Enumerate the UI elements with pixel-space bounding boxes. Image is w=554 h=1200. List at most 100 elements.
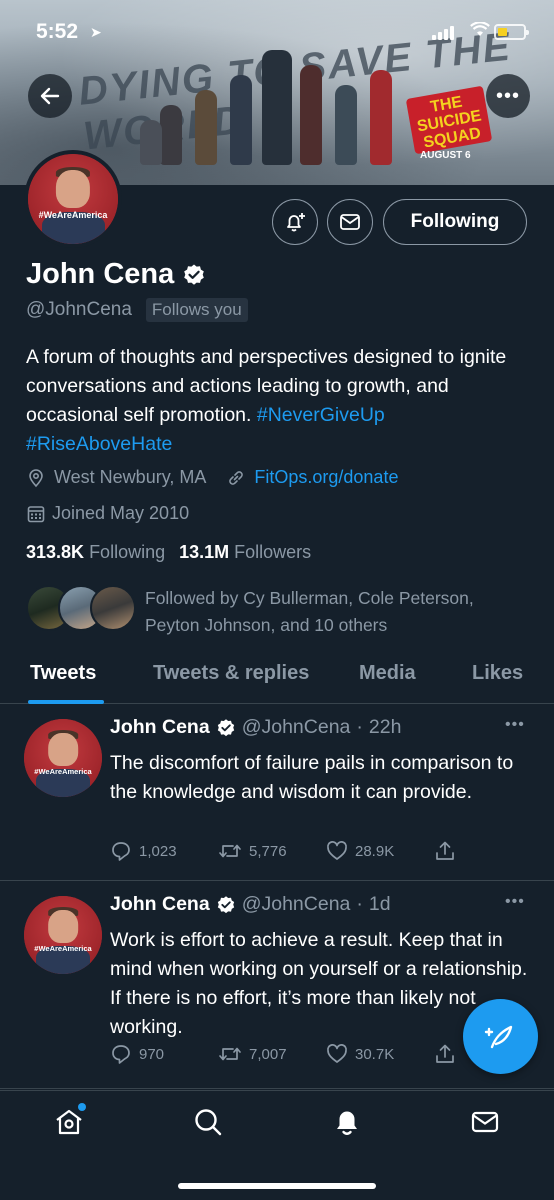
search-icon (195, 1109, 222, 1136)
followed-by-text[interactable]: Followed by Cy Bullerman, Cole Peterson,… (145, 585, 525, 639)
nav-messages[interactable] (468, 1105, 502, 1139)
nav-home[interactable] (52, 1103, 86, 1139)
tweet-more-icon[interactable]: ••• (505, 716, 525, 734)
envelope-icon (471, 1111, 499, 1133)
tweet-actions: 970 7,007 30.7K (110, 1043, 456, 1065)
heart-icon (327, 841, 347, 860)
compose-tweet-icon (484, 1025, 512, 1048)
retweet-icon (219, 1047, 241, 1061)
banner-figure (370, 70, 392, 165)
profile-tabs: Tweets Tweets & replies Media Likes (0, 650, 554, 704)
joined-date: Joined May 2010 (52, 503, 190, 523)
profile-meta: West Newbury, MA FitOps.org/donate (26, 467, 398, 488)
tweet-author-name[interactable]: John Cena (110, 716, 210, 739)
retweet-button[interactable]: 5,776 (218, 840, 326, 862)
like-count: 30.7K (355, 1045, 395, 1063)
more-options-button[interactable]: ••• (486, 74, 530, 118)
retweet-button[interactable]: 7,007 (218, 1043, 326, 1065)
profile-joined: Joined May 2010 (26, 503, 189, 524)
unread-dot (78, 1103, 86, 1111)
tweet-author-handle: @JohnCena (241, 716, 351, 738)
followers-count-link[interactable]: 13.1M Followers (179, 542, 311, 563)
tweet-timestamp[interactable]: 1d (369, 893, 391, 916)
status-bar: 5:52 ➤ (0, 0, 554, 60)
reply-button[interactable]: 1,023 (110, 840, 218, 862)
calendar-icon (27, 505, 45, 522)
tweet-author-handle: @JohnCena (241, 893, 351, 915)
following-count-link[interactable]: 313.8K Following (26, 542, 165, 563)
compose-tweet-button[interactable] (463, 999, 538, 1074)
banner-figure (195, 90, 217, 165)
following-label: Following (89, 542, 166, 562)
location-pin-icon (29, 468, 43, 487)
profile-avatar[interactable]: #WeAreAmerica (24, 150, 122, 248)
profile-name-row: John Cena (26, 258, 206, 291)
banner-figure (160, 105, 182, 165)
movie-release-date: AUGUST 6 (420, 150, 471, 161)
like-button[interactable]: 28.9K (326, 840, 434, 862)
retweet-count: 7,007 (249, 1045, 287, 1063)
share-icon (436, 1044, 454, 1063)
reply-button[interactable]: 970 (110, 1043, 218, 1065)
follows-you-badge: Follows you (145, 298, 248, 322)
tab-likes[interactable]: Likes (472, 662, 523, 685)
verified-badge-icon (217, 895, 234, 913)
tweet[interactable]: #WeAreAmerica John Cena @JohnCena · 22h ••… (0, 704, 554, 881)
profile-handle-row: @JohnCena Follows you (26, 298, 248, 322)
profile-handle: @JohnCena (26, 299, 132, 320)
wifi-icon (470, 21, 490, 43)
bell-plus-icon (287, 213, 305, 232)
message-button[interactable] (327, 199, 373, 245)
profile-bio: A forum of thoughts and perspectives des… (26, 343, 526, 459)
share-button[interactable] (434, 1043, 456, 1065)
nav-search[interactable] (191, 1105, 225, 1139)
arrow-left-icon (40, 87, 60, 105)
verified-badge-icon (184, 264, 205, 285)
hashtag-link[interactable]: #RiseAboveHate (26, 433, 172, 455)
banner-figure (140, 120, 162, 165)
back-button[interactable] (28, 74, 72, 118)
followers-label: Followers (234, 542, 312, 562)
tab-tweets[interactable]: Tweets (30, 662, 96, 685)
battery-icon (494, 24, 529, 40)
tweet-author-avatar[interactable]: #WeAreAmerica (24, 896, 102, 974)
tab-tweets-replies[interactable]: Tweets & replies (153, 662, 309, 685)
follow-counts: 313.8K Following 13.1M Followers (26, 542, 311, 563)
following-button[interactable]: Following (383, 199, 527, 245)
heart-icon (327, 1044, 347, 1063)
tab-media[interactable]: Media (359, 662, 416, 685)
like-count: 28.9K (355, 842, 395, 860)
banner-figure (300, 65, 322, 165)
avatar-caption: #WeAreAmerica (34, 944, 92, 954)
retweet-count: 5,776 (249, 842, 287, 860)
bell-icon (337, 1111, 357, 1135)
tweet-header: John Cena @JohnCena · 22h (110, 716, 402, 739)
tweet-author-avatar[interactable]: #WeAreAmerica (24, 719, 102, 797)
share-button[interactable] (434, 840, 456, 862)
tweet-timestamp[interactable]: 22h (369, 716, 402, 739)
nav-notifications[interactable] (330, 1105, 364, 1139)
hashtag-link[interactable]: #NeverGiveUp (257, 404, 385, 426)
tweet-text: The discomfort of failure pails in compa… (110, 752, 514, 803)
followed-by-avatars[interactable] (26, 585, 136, 631)
followers-count: 13.1M (179, 542, 230, 562)
reply-count: 1,023 (139, 842, 177, 860)
banner-figure (335, 85, 357, 165)
tweet-author-name[interactable]: John Cena (110, 893, 210, 916)
tweet-more-icon[interactable]: ••• (505, 893, 525, 911)
share-icon (436, 841, 454, 860)
link-icon (229, 470, 244, 485)
location-arrow-icon: ➤ (90, 24, 102, 40)
more-horizontal-icon: ••• (495, 84, 520, 107)
like-button[interactable]: 30.7K (326, 1043, 434, 1065)
avatar (90, 585, 136, 631)
notifications-button[interactable] (272, 199, 318, 245)
profile-website-link[interactable]: FitOps.org/donate (254, 467, 398, 488)
banner-figure (230, 75, 252, 165)
status-time: 5:52 (36, 20, 79, 43)
envelope-icon (340, 214, 360, 230)
profile-name: John Cena (26, 258, 175, 290)
reply-icon (112, 842, 130, 861)
following-count: 313.8K (26, 542, 85, 562)
avatar-caption: #WeAreAmerica (38, 209, 108, 220)
